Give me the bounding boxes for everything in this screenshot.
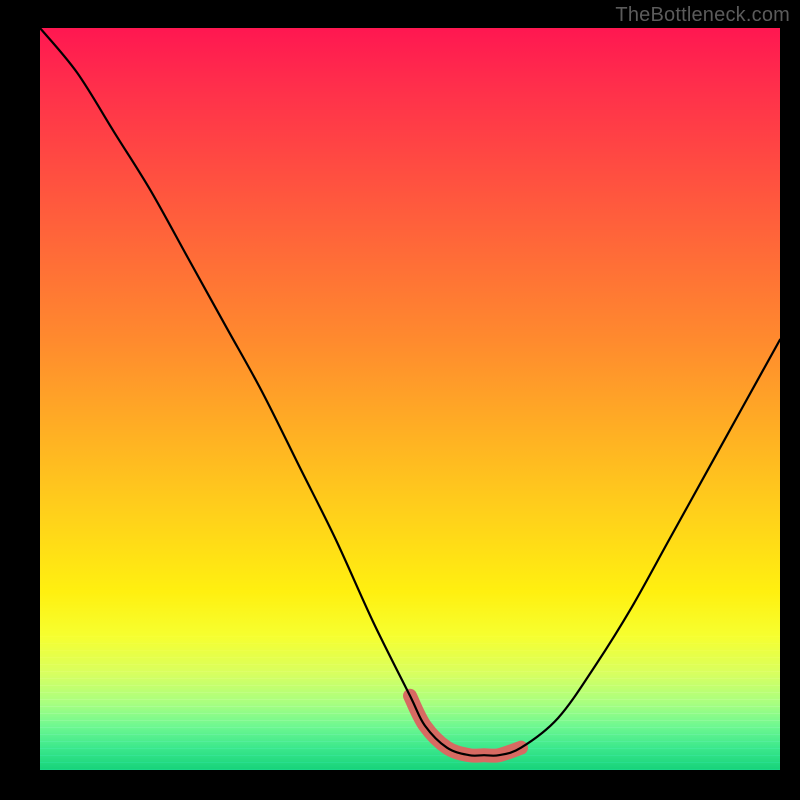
trough-highlight: [410, 696, 521, 756]
watermark-text: TheBottleneck.com: [615, 4, 790, 27]
chart-frame: TheBottleneck.com: [0, 0, 800, 800]
bottleneck-curve: [40, 28, 780, 770]
plot-area: [40, 28, 780, 770]
gradient-banding: [40, 630, 780, 770]
curve-line: [40, 28, 780, 756]
